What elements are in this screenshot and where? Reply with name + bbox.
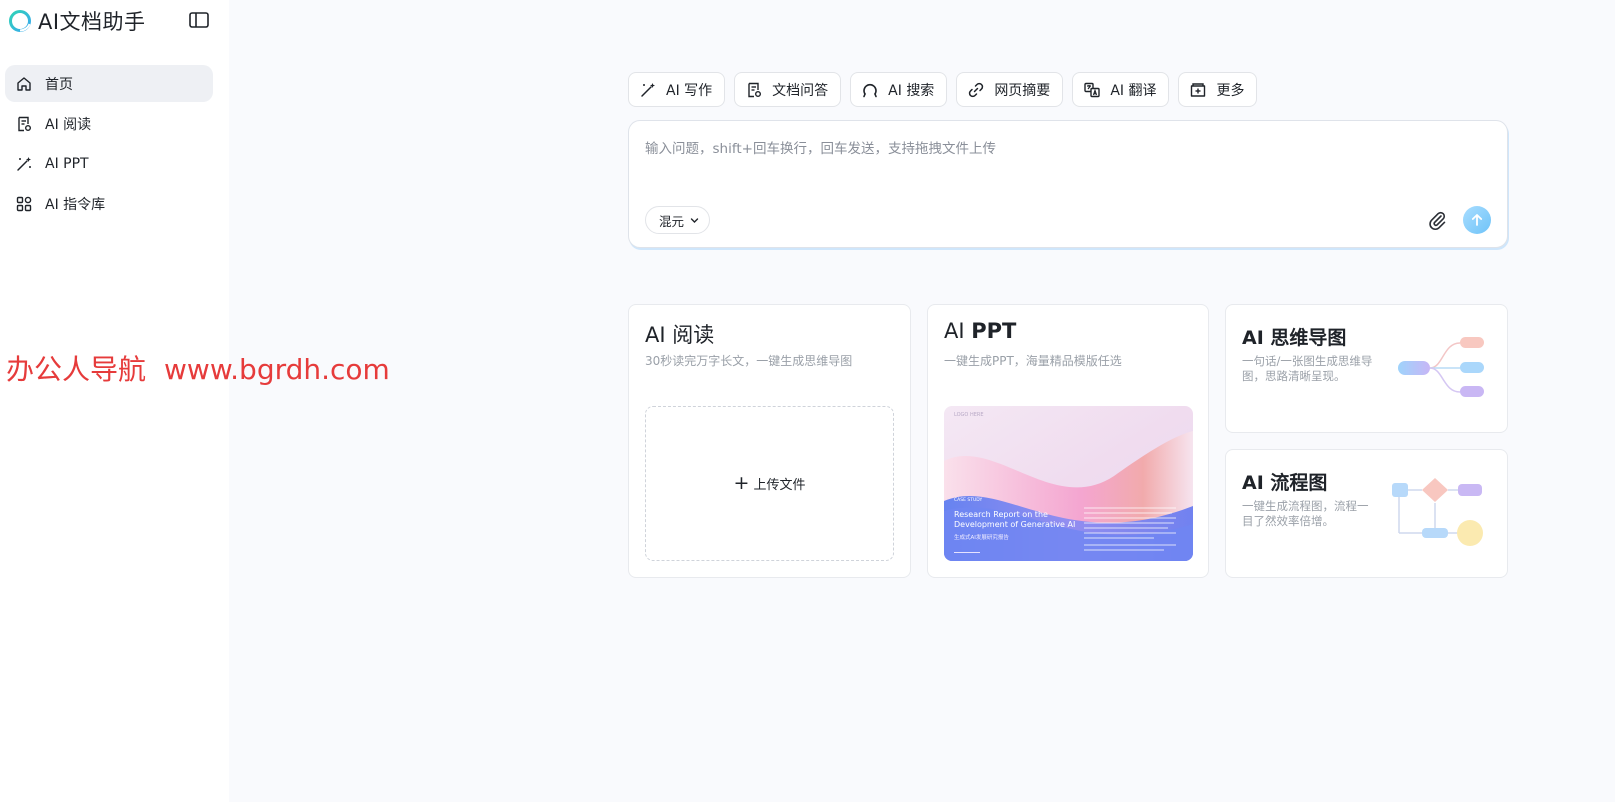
- home-icon: [17, 76, 31, 91]
- card-title: AI PPT: [944, 319, 1017, 343]
- ppt-cover-divider: [954, 552, 980, 553]
- translate-icon: [1084, 82, 1101, 97]
- flowchart-illustration: [1392, 478, 1483, 546]
- card-title: AI 流程图: [1242, 472, 1328, 494]
- sidebar-item-ai-reading[interactable]: AI 阅读: [5, 105, 213, 142]
- web-summary-button[interactable]: 网页摘要: [956, 72, 1064, 107]
- question-input[interactable]: [645, 137, 1485, 197]
- ai-mindmap-card[interactable]: AI 思维导图 一句话/一张图生成思维导图，思路清晰呈现。: [1225, 304, 1508, 433]
- more-button[interactable]: 更多: [1178, 72, 1258, 107]
- ppt-cover-logo: LOGO HERE: [954, 412, 984, 418]
- card-description: 一键生成PPT，海量精品模版任选: [944, 354, 1122, 368]
- sidebar-item-label: AI 阅读: [45, 116, 92, 133]
- tool-label: 网页摘要: [994, 82, 1051, 99]
- ai-reading-card[interactable]: AI 阅读 30秒读完万字长文，一键生成思维导图 + 上传文件: [628, 304, 911, 578]
- card-description: 30秒读完万字长文，一键生成思维导图: [645, 354, 853, 368]
- sidebar-item-ai-ppt[interactable]: AI PPT: [5, 145, 213, 182]
- mindmap-illustration: [1398, 337, 1484, 397]
- sidebar-item-home[interactable]: 首页: [5, 65, 213, 102]
- search-icon: [863, 83, 877, 97]
- app-title: AI文档助手: [38, 10, 146, 34]
- arrow-up-icon: [1471, 214, 1483, 226]
- sidebar-item-label: AI 指令库: [45, 196, 106, 213]
- sidebar-item-ai-prompts[interactable]: AI 指令库: [5, 185, 213, 222]
- tool-label: 文档问答: [772, 82, 829, 99]
- upload-file-dropzone[interactable]: + 上传文件: [645, 406, 894, 561]
- sidebar: AI文档助手 首页 AI 阅读 AI PPT AI 指令库: [0, 0, 229, 802]
- ppt-cover-subheading: 生成式AI发展研究报告: [954, 535, 1009, 541]
- ai-translate-button[interactable]: AI 翻译: [1072, 72, 1170, 107]
- ai-writing-button[interactable]: AI 写作: [628, 72, 726, 107]
- ppt-cover-tag: CASE STUDY: [954, 498, 983, 503]
- model-select-value: 混元: [659, 213, 685, 229]
- tool-label: AI 写作: [666, 82, 713, 99]
- more-box-icon: [1191, 82, 1206, 97]
- ai-flowchart-card[interactable]: AI 流程图 一键生成流程图，流程一目了然效率倍增。: [1225, 449, 1508, 578]
- ppt-cover-body-text: [1084, 507, 1176, 551]
- plus-icon: +: [733, 472, 750, 494]
- sidebar-item-label: AI PPT: [45, 155, 89, 172]
- logo-icon: [9, 10, 31, 32]
- sidebar-collapse-icon[interactable]: [188, 10, 210, 30]
- watermark-name: 办公人导航: [6, 353, 147, 386]
- upload-label: 上传文件: [753, 478, 806, 493]
- apps-grid-icon: [16, 196, 32, 211]
- card-description: 一句话/一张图生成思维导图，思路清晰呈现。: [1242, 354, 1373, 383]
- ai-search-button[interactable]: AI 搜索: [850, 72, 948, 107]
- watermark: 办公人导航 www.bgrdh.com: [6, 348, 390, 388]
- card-title: AI 阅读: [645, 323, 715, 347]
- chevron-down-icon: [690, 217, 699, 223]
- app-logo[interactable]: AI文档助手: [8, 6, 146, 36]
- card-description: 一键生成流程图，流程一目了然效率倍增。: [1242, 499, 1369, 528]
- card-title: AI 思维导图: [1242, 327, 1347, 349]
- tool-bar: AI 写作 文档问答 AI 搜索 网页摘要 AI 翻译 更多: [628, 72, 1266, 107]
- magic-wand-icon: [17, 156, 31, 171]
- sidebar-nav: 首页 AI 阅读 AI PPT AI 指令库: [5, 65, 213, 225]
- ppt-cover-preview[interactable]: LOGO HERE CASE STUDY Research Report on …: [944, 406, 1193, 561]
- magic-wand-icon: [641, 82, 655, 97]
- attachment-icon[interactable]: [1426, 209, 1448, 231]
- send-button[interactable]: [1463, 206, 1491, 234]
- link-icon: [969, 82, 984, 97]
- ppt-cover-heading: Research Report on the Development of Ge…: [954, 510, 1076, 529]
- chat-composer: 混元: [628, 120, 1508, 248]
- document-qa-button[interactable]: 文档问答: [734, 72, 842, 107]
- watermark-url: www.bgrdh.com: [164, 353, 390, 386]
- document-qa-icon: [748, 82, 762, 97]
- document-read-icon: [18, 116, 31, 131]
- tool-label: AI 搜索: [888, 82, 935, 99]
- tool-label: AI 翻译: [1110, 82, 1157, 99]
- model-select[interactable]: 混元: [645, 206, 711, 234]
- ai-ppt-card[interactable]: AI PPT 一键生成PPT，海量精品模版任选 LOGO HERE CASE S…: [927, 304, 1209, 578]
- tool-label: 更多: [1216, 82, 1245, 99]
- sidebar-item-label: 首页: [45, 76, 73, 93]
